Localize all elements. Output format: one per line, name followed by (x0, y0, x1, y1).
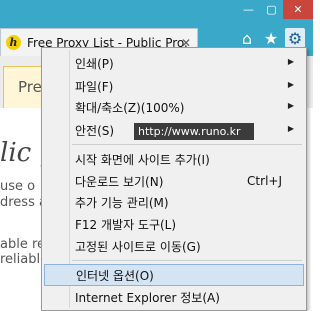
menu-item-label: 고정된 사이트로 이동(G) (75, 239, 201, 254)
menu-item-file[interactable]: 파일(F) ▶ (44, 75, 304, 97)
menu-separator (72, 144, 302, 145)
tools-gear-icon[interactable]: ⚙ (285, 28, 305, 48)
page-text-line-1: use o (0, 179, 36, 194)
menu-item-view-downloads[interactable]: 다운로드 보기(N) Ctrl+J (44, 170, 304, 192)
submenu-arrow-icon: ▶ (287, 80, 294, 89)
title-bar: — ▢ ✕ (0, 0, 313, 22)
page-text-line-3: able re (0, 237, 46, 252)
page-text-line-2: dress a (0, 195, 47, 210)
menu-item-label: 추가 기능 관리(M) (75, 195, 169, 210)
menu-item-zoom[interactable]: 확대/축소(Z)(100%) ▶ (44, 96, 304, 118)
menu-item-about-ie[interactable]: Internet Explorer 정보(A) (44, 286, 304, 308)
menu-item-print[interactable]: 인쇄(P) ▶ (44, 52, 304, 74)
favorites-star-icon[interactable]: ★ (261, 28, 281, 48)
window-controls: — ▢ ✕ (237, 0, 313, 20)
menu-separator (72, 260, 302, 261)
menu-item-manage-addons[interactable]: 추가 기능 관리(M) (44, 191, 304, 213)
menu-item-label: F12 개발자 도구(L) (75, 217, 177, 232)
minimize-button[interactable]: — (237, 0, 260, 19)
menu-item-f12-devtools[interactable]: F12 개발자 도구(L) (44, 213, 304, 235)
menu-item-pinned-sites[interactable]: 고정된 사이트로 이동(G) (44, 235, 304, 257)
menu-item-label: 파일(F) (75, 79, 114, 94)
submenu-arrow-icon: ▶ (287, 57, 294, 66)
menu-item-label: 인터넷 옵션(O) (76, 268, 154, 283)
menu-item-label: 인쇄(P) (75, 56, 114, 71)
tools-menu: 인쇄(P) ▶ 파일(F) ▶ 확대/축소(Z)(100%) ▶ 안전(S) ▶… (41, 47, 307, 311)
window-close-button[interactable]: ✕ (283, 0, 313, 19)
url-tooltip: http://www.runo.kr (134, 123, 254, 140)
home-icon[interactable]: ⌂ (237, 28, 257, 48)
site-favicon-icon: h (6, 35, 21, 50)
submenu-arrow-icon: ▶ (287, 101, 294, 110)
menu-item-label: Internet Explorer 정보(A) (75, 290, 220, 305)
maximize-button[interactable]: ▢ (260, 0, 283, 19)
toolbar-icons: ⌂ ★ ⚙ (237, 28, 305, 48)
menu-shortcut: Ctrl+J (247, 174, 282, 188)
menu-item-add-to-start[interactable]: 시작 화면에 사이트 추가(I) (44, 148, 304, 170)
menu-item-label: 시작 화면에 사이트 추가(I) (75, 152, 210, 167)
menu-item-label: 안전(S) (75, 123, 115, 138)
menu-item-internet-options[interactable]: 인터넷 옵션(O) (44, 264, 304, 286)
menu-item-label: 다운로드 보기(N) (75, 174, 164, 189)
menu-item-label: 확대/축소(Z)(100%) (75, 100, 185, 115)
submenu-arrow-icon: ▶ (287, 124, 294, 133)
